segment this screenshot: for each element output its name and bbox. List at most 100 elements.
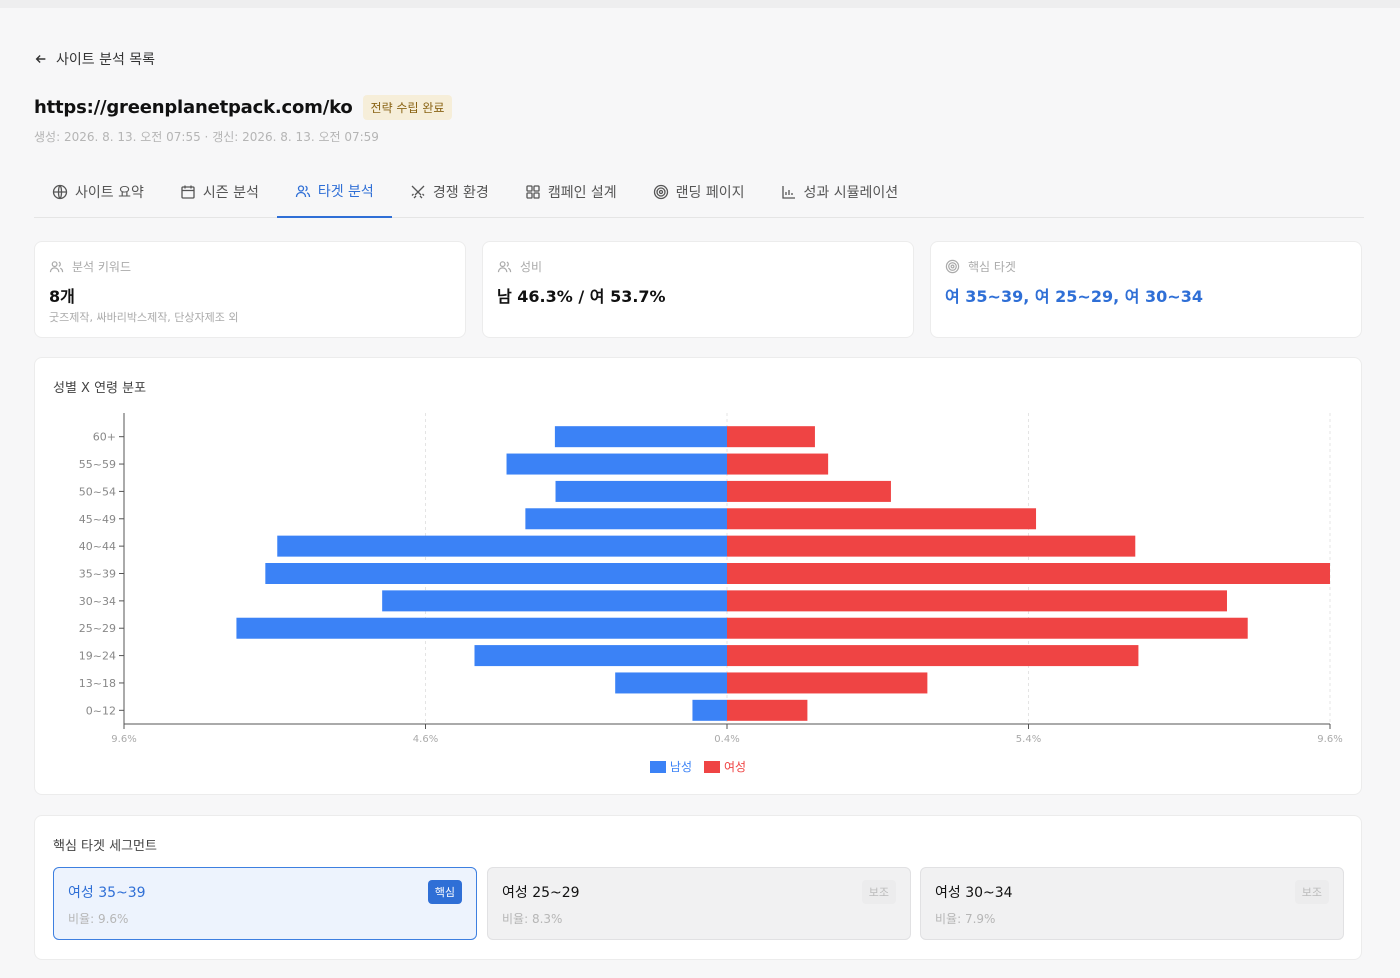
page-meta: 생성: 2026. 8. 13. 오전 07:55 · 갱신: 2026. 8.… [34,130,379,144]
bar-male [474,645,727,667]
segment-name: 여성 25~29 [502,885,580,901]
segment-card[interactable]: 여성 35~39 비율: 9.6% 핵심 [53,867,477,940]
stat-label: 성비 [520,260,543,274]
users-icon [295,185,310,198]
bar-female [727,563,1330,584]
tab-landing[interactable]: 랜딩 페이지 [635,166,763,217]
page-header: https://greenplanetpack.com/ko 전략 수립 완료 [34,95,453,120]
y-tick-label: 0~12 [86,704,116,717]
y-tick-label: 40~44 [79,540,116,553]
x-tick-label: 0.4% [714,734,739,745]
bar-female [727,426,815,448]
stat-value: 여 35~39, 여 25~29, 여 30~34 [945,287,1203,306]
stat-label-row: 핵심 타겟 [945,258,1016,275]
target-icon [653,184,668,199]
y-tick-label: 19~24 [79,650,116,663]
segment-ratio: 비율: 9.6% [68,912,129,926]
tab-simulation[interactable]: 성과 시뮬레이션 [763,166,917,217]
swords-icon [411,185,425,198]
tab-season[interactable]: 시즌 분석 [162,166,277,217]
stat-label: 핵심 타겟 [968,260,1016,274]
status-badge: 전략 수립 완료 [362,95,453,120]
calendar-icon [181,185,195,199]
bar-male [265,563,727,584]
grid-icon [526,184,540,199]
bar-female [727,590,1227,612]
bar-female [727,672,928,694]
segment-card[interactable]: 여성 30~34 비율: 7.9% 보조 [920,867,1344,940]
y-tick-label: 13~18 [79,677,116,690]
stat-label: 분석 키워드 [72,260,132,274]
tab-label: 경쟁 환경 [432,184,489,201]
tab-label: 성과 시뮬레이션 [803,184,899,201]
bar-female [727,453,829,475]
segment-tag: 보조 [1294,880,1329,904]
page-title: https://greenplanetpack.com/ko [34,97,353,118]
chart-card: 성별 X 연령 분포 60+ 55~59 50~54 45~49 40~44 35~39 3… [34,357,1362,795]
y-tick-label: 55~59 [79,458,116,471]
tab-campaign[interactable]: 캠페인 설계 [507,166,635,217]
bar-female [727,535,1136,557]
legend-item-male[interactable]: 남성 [649,758,692,775]
y-tick-label: 35~39 [79,568,116,581]
bar-male [277,535,727,557]
globe-icon [52,184,68,199]
stat-value: 8개 [49,287,75,306]
back-link[interactable]: 사이트 분석 목록 [34,49,155,69]
segments-card: 핵심 타겟 세그먼트 여성 35~39 비율: 9.6% 핵심 여성 25~29… [34,815,1362,960]
tab-label: 랜딩 페이지 [675,184,745,201]
bar-male [506,453,727,475]
bar-male [236,617,727,639]
bar-male [615,672,727,694]
legend-item-female[interactable]: 여성 [704,758,746,775]
segment-card[interactable]: 여성 25~29 비율: 8.3% 보조 [487,867,911,940]
chart-legend: 남성 여성 [35,758,1361,775]
legend-label: 남성 [669,760,692,774]
y-tick-label: 45~49 [79,513,116,526]
bar-female [727,645,1139,667]
y-tick-label: 60+ [93,431,116,444]
bar-female [727,480,891,502]
tab-bar: 사이트 요약 시즌 분석 타겟 분석 경쟁 환경 캠페인 설계 랜딩 페이지 성… [34,166,1364,218]
population-pyramid-chart: 60+ 55~59 50~54 45~49 40~44 35~39 30~34 25~29 19… [79,413,1343,745]
bar-chart-icon [781,185,795,199]
bar-male [555,480,727,502]
tab-site-summary[interactable]: 사이트 요약 [34,166,162,217]
users-icon [497,261,512,273]
bar-male [692,699,727,721]
bar-male [554,426,727,448]
bar-female [727,508,1037,530]
tab-label: 타겟 분석 [317,184,374,200]
legend-label: 여성 [724,760,747,774]
top-strip [0,0,1400,8]
segment-name: 여성 30~34 [935,885,1013,901]
stat-sub: 굿즈제작, 싸바리박스제작, 단상자제조 외 [49,311,239,324]
legend-swatch [649,760,666,773]
arrow-left-icon [35,55,46,63]
tab-label: 시즌 분석 [202,184,259,201]
segments-title: 핵심 타겟 세그먼트 [53,839,157,854]
segment-name: 여성 35~39 [68,885,146,901]
target-icon [945,259,960,274]
back-link-label: 사이트 분석 목록 [56,52,156,68]
y-tick-label: 25~29 [79,622,116,635]
stat-card-gender: 성비 남 46.3% / 여 53.7% [482,241,914,338]
stat-label-row: 성비 [497,258,542,275]
x-tick-label: 9.6% [1317,734,1342,745]
bar-male [382,590,727,612]
segment-ratio: 비율: 7.9% [935,912,996,926]
tab-target[interactable]: 타겟 분석 [276,166,392,218]
y-tick-label: 30~34 [79,595,116,608]
tab-competition[interactable]: 경쟁 환경 [392,166,507,217]
y-tick-label: 50~54 [79,485,116,498]
x-tick-label: 5.4% [1016,734,1041,745]
stat-value: 남 46.3% / 여 53.7% [497,287,666,306]
legend-swatch [704,760,720,773]
tab-label: 캠페인 설계 [547,184,617,201]
x-tick-label: 9.6% [111,734,136,745]
segment-tag: 보조 [861,880,896,904]
x-tick-label: 4.6% [413,734,438,745]
segment-tag: 핵심 [427,880,462,904]
tab-label: 사이트 요약 [75,184,144,201]
stat-card-keywords: 분석 키워드 8개 굿즈제작, 싸바리박스제작, 단상자제조 외 [34,241,466,338]
